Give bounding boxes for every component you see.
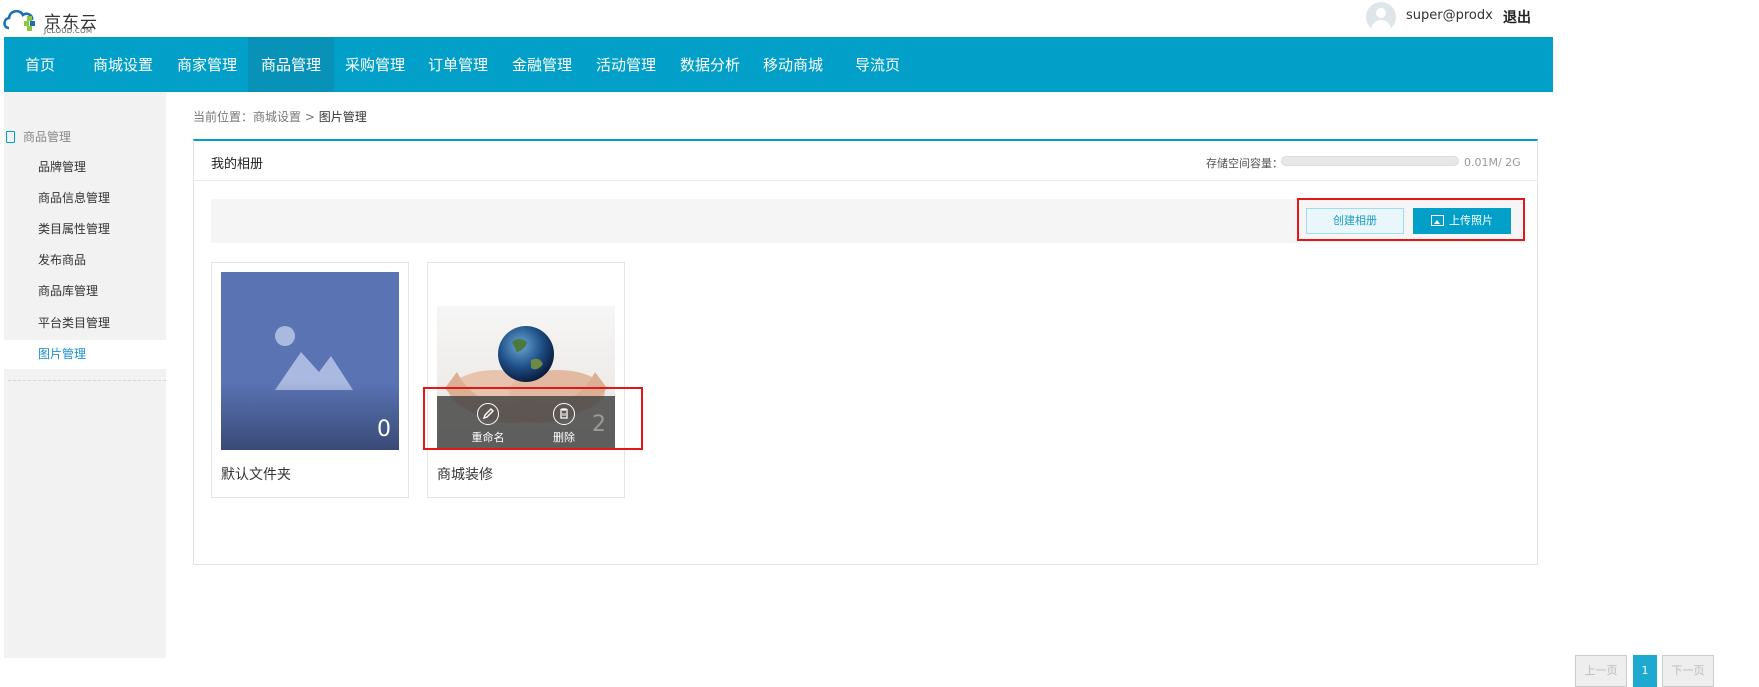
nav-order-management[interactable]: 订单管理: [415, 37, 501, 92]
storage-label: 存储空间容量：: [1206, 157, 1283, 170]
sidebar-item-category-attributes[interactable]: 类目属性管理: [4, 215, 166, 244]
album-name[interactable]: 商城装修: [437, 464, 493, 484]
sidebar-item-product-info[interactable]: 商品信息管理: [4, 184, 166, 213]
nav-mobile-mall[interactable]: 移动商城: [750, 37, 836, 92]
sidebar-item-publish-product[interactable]: 发布商品: [4, 246, 166, 275]
sidebar: 商品管理 品牌管理 商品信息管理 类目属性管理 发布商品 商品库管理 平台类目管…: [4, 92, 166, 658]
nav-finance-management[interactable]: 金融管理: [499, 37, 585, 92]
nav-traffic-page[interactable]: 导流页: [842, 37, 913, 92]
jcloud-logo[interactable]: 京东云 JCLOUD.COM: [2, 4, 112, 36]
sidebar-item-image-management[interactable]: 图片管理: [4, 340, 166, 369]
sidebar-divider: [8, 380, 166, 381]
breadcrumb-prefix: 当前位置：: [193, 110, 254, 124]
logout-link[interactable]: 退出: [1503, 7, 1531, 27]
sidebar-item-product-library[interactable]: 商品库管理: [4, 277, 166, 306]
album-thumbnail[interactable]: 0: [221, 272, 399, 450]
top-bar: 京东云 JCLOUD.COM super@prodx 退出: [0, 0, 1759, 37]
breadcrumb-current: 图片管理: [318, 110, 367, 124]
panel-title: 我的相册: [211, 157, 264, 172]
nav-purchase-management[interactable]: 采购管理: [332, 37, 418, 92]
panel-header: 我的相册 存储空间容量： 0.01M/ 2G: [194, 141, 1537, 181]
album-card-mall-decoration[interactable]: 重命名 删除 2 商城装修: [427, 262, 625, 498]
breadcrumb-parent[interactable]: 商城设置: [253, 110, 301, 124]
album-photo-count: 0: [377, 417, 391, 442]
album-name[interactable]: 默认文件夹: [221, 464, 291, 484]
highlight-box-album-actions: [423, 387, 643, 450]
sidebar-item-brand[interactable]: 品牌管理: [4, 153, 166, 182]
user-avatar-icon[interactable]: [1366, 2, 1396, 32]
pagination-prev-button[interactable]: 上一页: [1575, 655, 1627, 687]
clipboard-icon: [6, 131, 15, 143]
nav-data-analysis[interactable]: 数据分析: [667, 37, 753, 92]
storage-progress-bar: [1281, 156, 1459, 166]
storage-value: 0.01M/ 2G: [1464, 156, 1521, 169]
logo-subtext: JCLOUD.COM: [44, 27, 93, 35]
sidebar-section-title[interactable]: 商品管理: [6, 128, 71, 145]
nav-merchant-management[interactable]: 商家管理: [164, 37, 250, 92]
main-nav: 首页 商城设置 商家管理 商品管理 采购管理 订单管理 金融管理 活动管理 数据…: [4, 37, 1553, 92]
nav-mall-settings[interactable]: 商城设置: [80, 37, 166, 92]
breadcrumb: 当前位置：商城设置 > 图片管理: [193, 108, 367, 125]
breadcrumb-separator: >: [304, 110, 315, 124]
pagination-page-1[interactable]: 1: [1633, 655, 1657, 687]
username[interactable]: super@prodx: [1406, 8, 1493, 23]
album-card-default[interactable]: 0 默认文件夹: [211, 262, 409, 498]
nav-home[interactable]: 首页: [12, 37, 68, 92]
pagination-next-button[interactable]: 下一页: [1662, 655, 1714, 687]
album-panel: 我的相册 存储空间容量： 0.01M/ 2G 创建相册 上传照片 0 默认文件夹: [193, 139, 1714, 687]
sidebar-item-platform-category[interactable]: 平台类目管理: [4, 309, 166, 338]
sidebar-section-label: 商品管理: [23, 130, 72, 144]
cloud-logo-icon: [3, 9, 35, 31]
nav-activity-management[interactable]: 活动管理: [583, 37, 669, 92]
highlight-box-toolbar: [1297, 198, 1525, 241]
nav-product-management[interactable]: 商品管理: [248, 37, 335, 92]
